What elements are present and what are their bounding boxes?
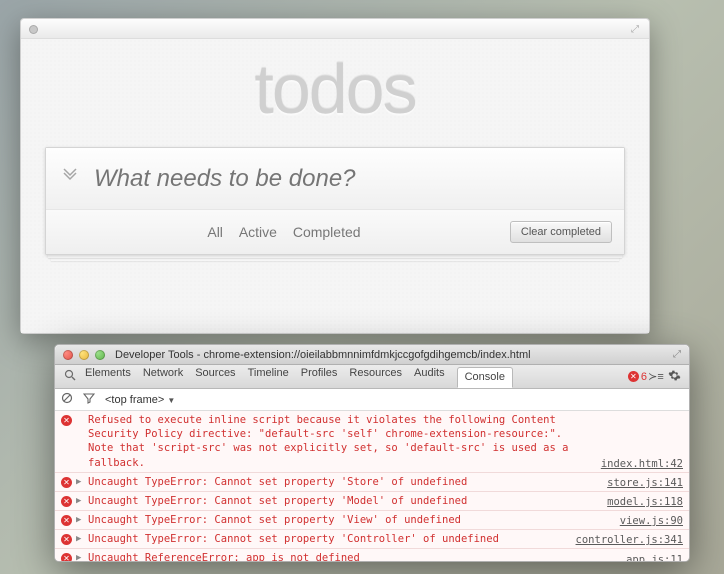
error-count-badge[interactable]: ✕ 6: [628, 371, 647, 383]
filter-active[interactable]: Active: [239, 224, 277, 240]
new-todo-input[interactable]: [94, 165, 624, 193]
traffic-lights: [63, 350, 105, 360]
error-message: Uncaught TypeError: Cannot set property …: [88, 513, 608, 527]
disclosure-triangle-icon[interactable]: ▶: [76, 496, 84, 506]
disclosure-triangle-icon[interactable]: ▶: [76, 553, 84, 561]
footer-bar: All Active Completed Clear completed: [46, 210, 624, 254]
settings-gear-icon[interactable]: [665, 369, 683, 385]
filter-all[interactable]: All: [207, 224, 223, 240]
source-link[interactable]: model.js:118: [607, 496, 683, 508]
console-error-row: ✕ ▶ Uncaught TypeError: Cannot set propert…: [55, 511, 689, 530]
error-icon: ✕: [61, 415, 72, 426]
app-titlebar[interactable]: ⤢: [21, 19, 649, 39]
disclosure-triangle-icon[interactable]: ▶: [76, 477, 84, 487]
error-message: Uncaught TypeError: Cannot set property …: [88, 475, 595, 489]
devtools-titlebar[interactable]: Developer Tools - chrome-extension://oie…: [55, 345, 689, 365]
app-window: ⤢ todos All Active Completed Clear compl…: [20, 18, 650, 334]
tab-audits[interactable]: Audits: [414, 367, 445, 387]
error-message: Uncaught ReferenceError: app is not defi…: [88, 551, 614, 561]
devtools-title: Developer Tools - chrome-extension://oie…: [115, 349, 673, 361]
error-icon: ✕: [61, 477, 72, 488]
close-dot-icon[interactable]: [29, 25, 38, 34]
tab-resources[interactable]: Resources: [349, 367, 402, 387]
console-error-row: ✕ Refused to execute inline script becaus…: [55, 411, 689, 473]
devtools-tabbar: Elements Network Sources Timeline Profil…: [55, 365, 689, 389]
console-error-row: ✕ ▶ Uncaught ReferenceError: app is not de…: [55, 549, 689, 561]
error-icon: ✕: [61, 534, 72, 545]
error-icon: ✕: [61, 553, 72, 561]
error-icon: ✕: [61, 496, 72, 507]
console-error-row: ✕ ▶ Uncaught TypeError: Cannot set propert…: [55, 473, 689, 492]
disclosure-triangle-icon[interactable]: ▶: [76, 515, 84, 525]
close-icon[interactable]: [63, 350, 73, 360]
clear-completed-button[interactable]: Clear completed: [510, 221, 612, 243]
error-message: Refused to execute inline script because…: [88, 413, 589, 470]
console-error-row: ✕ ▶ Uncaught TypeError: Cannot set propert…: [55, 492, 689, 511]
expand-icon[interactable]: ⤢: [631, 24, 641, 34]
tab-list: Elements Network Sources Timeline Profil…: [85, 367, 513, 387]
tab-timeline[interactable]: Timeline: [248, 367, 289, 387]
app-body: todos All Active Completed Clear complet…: [21, 39, 649, 333]
filter-completed[interactable]: Completed: [293, 224, 361, 240]
filter-group: All Active Completed: [58, 224, 510, 240]
error-icon: ✕: [61, 515, 72, 526]
new-todo-row: [46, 148, 624, 210]
source-link[interactable]: store.js:141: [607, 477, 683, 489]
toggle-all-icon[interactable]: [46, 168, 94, 189]
inspect-icon[interactable]: [61, 369, 79, 384]
error-message: Uncaught TypeError: Cannot set property …: [88, 532, 564, 546]
filter-icon[interactable]: [83, 392, 95, 407]
chevron-down-icon: ▼: [167, 396, 175, 405]
source-link[interactable]: app.js:11: [626, 554, 683, 561]
console-toolbar: <top frame> ▼: [55, 389, 689, 411]
drawer-toggle-icon[interactable]: ≻≡: [647, 370, 665, 383]
error-message: Uncaught TypeError: Cannot set property …: [88, 494, 595, 508]
tab-elements[interactable]: Elements: [85, 367, 131, 387]
devtools-window: Developer Tools - chrome-extension://oie…: [54, 344, 690, 562]
todo-card: All Active Completed Clear completed: [45, 147, 625, 255]
frame-selector[interactable]: <top frame> ▼: [105, 394, 175, 406]
disclosure-triangle-icon[interactable]: ▶: [76, 534, 84, 544]
console-error-row: ✕ ▶ Uncaught TypeError: Cannot set propert…: [55, 530, 689, 549]
console-output[interactable]: ✕ Refused to execute inline script becaus…: [55, 411, 689, 561]
source-link[interactable]: controller.js:341: [576, 534, 683, 546]
source-link[interactable]: index.html:42: [601, 458, 683, 470]
zoom-icon[interactable]: [95, 350, 105, 360]
page-title: todos: [21, 39, 649, 129]
expand-icon[interactable]: ⤢: [673, 349, 681, 360]
clear-console-icon[interactable]: [61, 392, 73, 407]
source-link[interactable]: view.js:90: [620, 515, 683, 527]
tab-network[interactable]: Network: [143, 367, 183, 387]
minimize-icon[interactable]: [79, 350, 89, 360]
tab-console[interactable]: Console: [457, 367, 513, 388]
error-dot-icon: ✕: [628, 371, 639, 382]
tab-sources[interactable]: Sources: [195, 367, 235, 387]
frame-label: <top frame>: [105, 394, 164, 406]
tab-profiles[interactable]: Profiles: [301, 367, 338, 387]
